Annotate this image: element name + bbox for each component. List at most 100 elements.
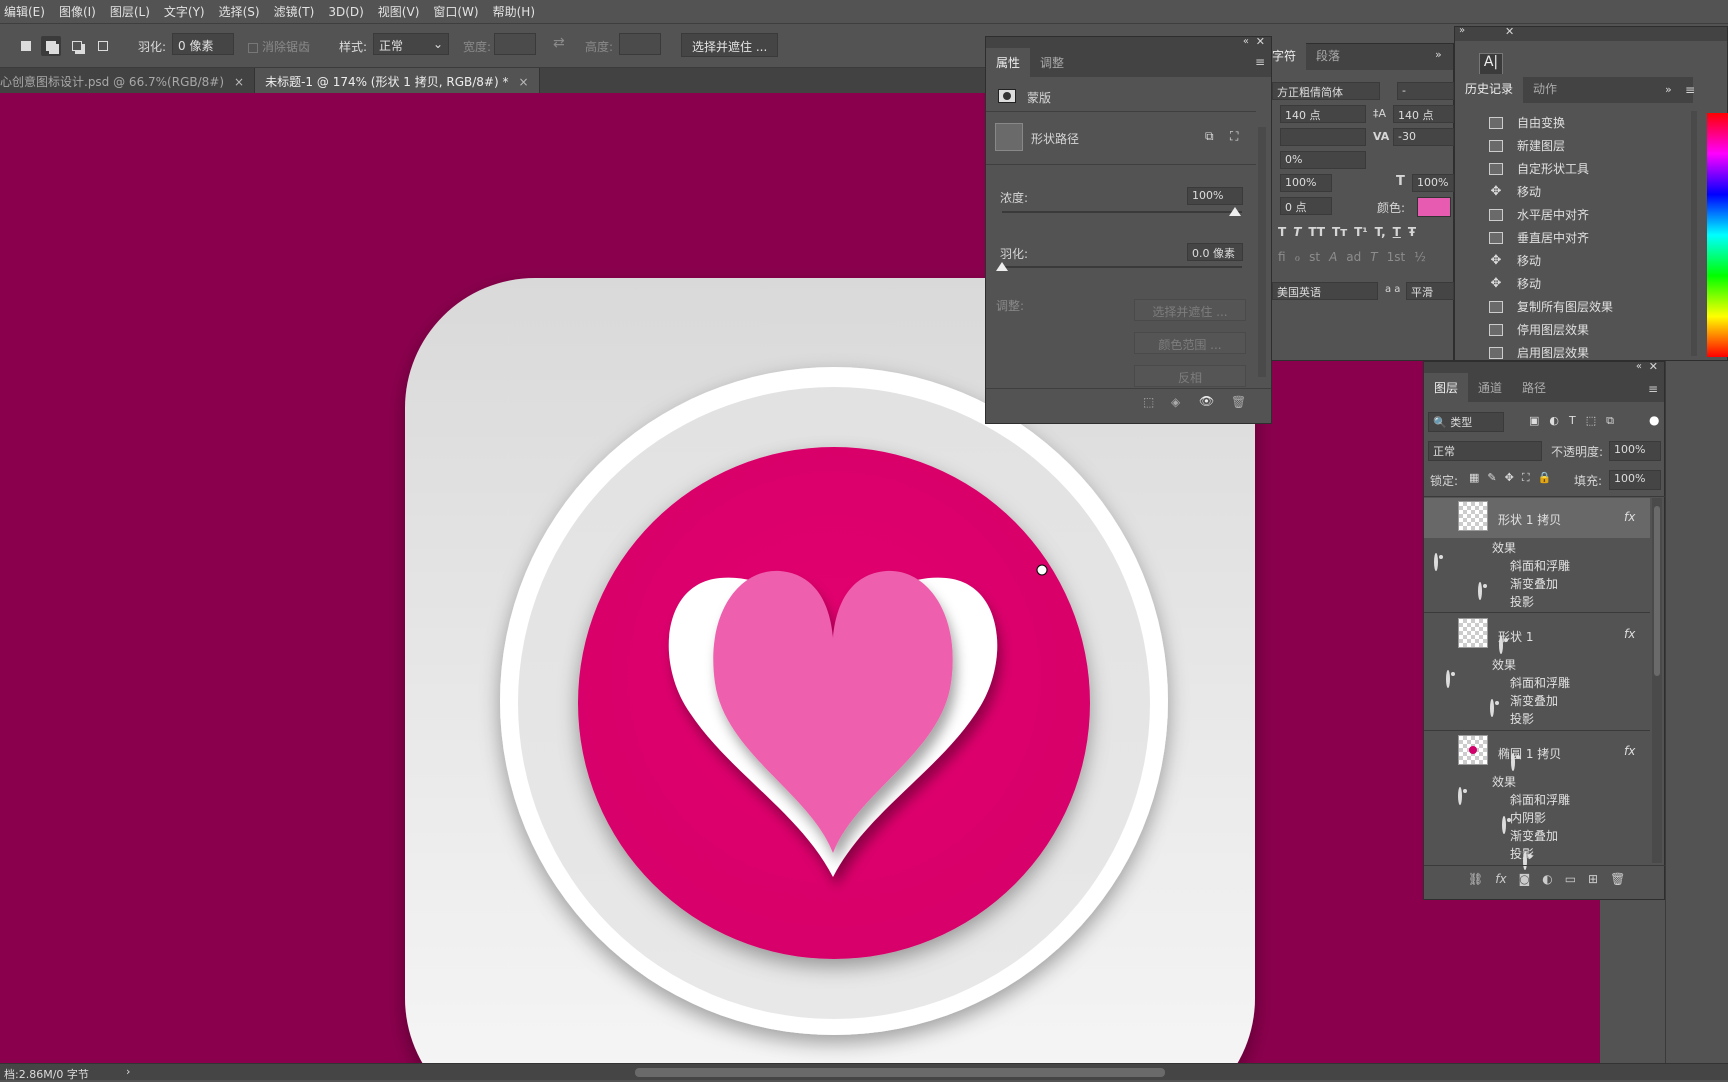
- color-spectrum[interactable]: [1707, 113, 1728, 357]
- add-mask-icon[interactable]: ◙: [1519, 872, 1531, 886]
- swap-icon[interactable]: ⇄: [553, 35, 565, 51]
- history-item[interactable]: 复制所有图层效果: [1455, 295, 1685, 318]
- ligature-button[interactable]: ﬁ: [1278, 250, 1286, 264]
- new-layer-icon[interactable]: ⊞: [1588, 872, 1598, 886]
- height-input[interactable]: [619, 33, 661, 55]
- effect-item[interactable]: 投影: [1510, 845, 1534, 862]
- pixel-filter-icon[interactable]: ▣: [1529, 414, 1539, 428]
- ordinal-button[interactable]: 1st: [1387, 250, 1406, 264]
- kerning-input[interactable]: [1280, 128, 1366, 146]
- menu-view[interactable]: 视图(V): [371, 3, 427, 20]
- menu-select[interactable]: 选择(S): [212, 3, 267, 20]
- fill-input[interactable]: 100%: [1609, 470, 1661, 490]
- effect-item[interactable]: 投影: [1510, 710, 1534, 727]
- tab-paragraph[interactable]: 段落: [1306, 41, 1350, 70]
- tab-properties[interactable]: 属性: [986, 48, 1031, 77]
- menu-help[interactable]: 帮助(H): [486, 3, 542, 20]
- layers-scrollbar[interactable]: [1652, 498, 1662, 863]
- close-icon[interactable]: ✕: [1649, 360, 1658, 373]
- history-item[interactable]: 停用图层效果: [1455, 318, 1685, 341]
- tab-document-1[interactable]: 心创意图标设计.psd @ 66.7%(RGB/8#) ×: [0, 68, 256, 93]
- feather-input[interactable]: 0.0 像素: [1187, 243, 1243, 261]
- visibility-eye-icon[interactable]: [1458, 787, 1462, 805]
- effect-item[interactable]: 斜面和浮雕: [1510, 557, 1570, 574]
- fx-icon[interactable]: fx: [1624, 627, 1635, 641]
- underline-button[interactable]: T: [1393, 225, 1401, 239]
- leading-input[interactable]: 140 点: [1393, 105, 1454, 123]
- fraction-button[interactable]: ½: [1414, 250, 1426, 264]
- shape-filter-icon[interactable]: ⬚: [1586, 414, 1596, 428]
- tab-history[interactable]: 历史记录: [1455, 74, 1524, 103]
- feather-input[interactable]: 0 像素: [172, 33, 234, 55]
- adjustment-filter-icon[interactable]: ◐: [1549, 414, 1559, 428]
- lock-artboard-icon[interactable]: ⛶: [1522, 471, 1530, 485]
- fx-icon[interactable]: fx: [1495, 872, 1506, 886]
- history-item[interactable]: 新建图层: [1455, 134, 1685, 157]
- titling-button[interactable]: T: [1370, 250, 1377, 264]
- properties-scrollbar[interactable]: [1258, 127, 1266, 377]
- apply-mask-icon[interactable]: ◈: [1171, 395, 1180, 409]
- strikethrough-button[interactable]: Ŧ: [1408, 225, 1416, 239]
- panel-menu-icon[interactable]: ≡: [1648, 382, 1658, 396]
- lock-position-icon[interactable]: ✥: [1505, 471, 1514, 485]
- horizontal-scale-input[interactable]: 100%: [1412, 174, 1454, 192]
- visibility-eye-icon[interactable]: [1446, 670, 1450, 688]
- fx-icon[interactable]: fx: [1624, 510, 1635, 524]
- smart-object-filter-icon[interactable]: ⧉: [1606, 414, 1614, 428]
- expand-icon[interactable]: »: [1665, 83, 1672, 96]
- history-item[interactable]: 垂直居中对齐: [1455, 226, 1685, 249]
- font-style-select[interactable]: -: [1397, 82, 1454, 100]
- menu-type[interactable]: 文字(Y): [157, 3, 212, 20]
- density-slider-thumb[interactable]: [1229, 207, 1241, 216]
- vector-mask-icon[interactable]: ⧉: [1205, 129, 1214, 144]
- font-size-input[interactable]: 140 点: [1280, 105, 1366, 123]
- layer-filter-select[interactable]: 🔍 类型: [1428, 412, 1504, 432]
- old-style-button[interactable]: ℴ: [1295, 250, 1301, 264]
- history-item[interactable]: ✥ 移动: [1455, 249, 1685, 272]
- faux-italic-button[interactable]: T: [1293, 225, 1301, 239]
- horizontal-scrollbar[interactable]: [635, 1068, 1165, 1077]
- close-icon[interactable]: ×: [234, 75, 244, 89]
- tab-channels[interactable]: 通道: [1468, 373, 1512, 402]
- visibility-eye-icon[interactable]: [1502, 816, 1506, 834]
- menu-layer[interactable]: 图层(L): [103, 3, 157, 20]
- layer-name[interactable]: 椭圆 1 拷贝: [1498, 745, 1561, 762]
- tab-document-2[interactable]: 未标题-1 @ 174% (形状 1 拷贝, RGB/8#) * ×: [255, 68, 540, 93]
- visibility-eye-icon[interactable]: [1490, 699, 1494, 717]
- effect-item[interactable]: 内阴影: [1510, 809, 1546, 826]
- stylistic-alternates-button[interactable]: ad: [1346, 250, 1361, 264]
- history-item[interactable]: 自定形状工具: [1455, 157, 1685, 180]
- menu-filter[interactable]: 滤镜(T): [267, 3, 322, 20]
- tab-actions[interactable]: 动作: [1523, 74, 1567, 103]
- status-menu-arrow[interactable]: ›: [126, 1065, 130, 1078]
- history-item[interactable]: ✥ 移动: [1455, 272, 1685, 295]
- lock-all-icon[interactable]: 🔒: [1538, 471, 1552, 485]
- visibility-eye-icon[interactable]: [1434, 553, 1438, 571]
- delete-icon[interactable]: 🗑: [1610, 872, 1625, 886]
- new-group-icon[interactable]: ▭: [1565, 872, 1576, 886]
- filter-toggle-icon[interactable]: ●: [1649, 413, 1659, 427]
- type-filter-icon[interactable]: T: [1569, 414, 1576, 428]
- menu-image[interactable]: 图像(I): [52, 3, 103, 20]
- close-icon[interactable]: ✕: [1505, 25, 1514, 38]
- delete-icon[interactable]: 🗑: [1231, 395, 1246, 409]
- expand-icon[interactable]: »: [1435, 48, 1442, 61]
- language-select[interactable]: 美国英语: [1272, 282, 1378, 300]
- effect-item[interactable]: 渐变叠加: [1510, 692, 1558, 709]
- load-selection-icon[interactable]: ⬚: [1143, 395, 1154, 409]
- subtract-selection-icon[interactable]: [67, 36, 87, 56]
- history-scrollbar[interactable]: [1691, 111, 1697, 356]
- lock-pixels-icon[interactable]: ✎: [1487, 471, 1496, 485]
- tab-layers[interactable]: 图层: [1424, 373, 1469, 402]
- intersect-selection-icon[interactable]: [93, 36, 113, 56]
- visibility-eye-icon[interactable]: [1478, 582, 1482, 600]
- new-selection-icon[interactable]: [16, 36, 36, 56]
- close-icon[interactable]: ✕: [1256, 35, 1265, 48]
- discretionary-ligature-button[interactable]: st: [1309, 250, 1320, 264]
- small-caps-button[interactable]: Tт: [1332, 225, 1347, 239]
- blend-mode-select[interactable]: 正常: [1428, 441, 1542, 461]
- panel-menu-icon[interactable]: ≡: [1685, 83, 1695, 97]
- select-and-mask-button[interactable]: 选择并遮住 ...: [1134, 299, 1246, 321]
- panel-menu-icon[interactable]: ≡: [1255, 55, 1265, 69]
- menu-3d[interactable]: 3D(D): [321, 5, 370, 19]
